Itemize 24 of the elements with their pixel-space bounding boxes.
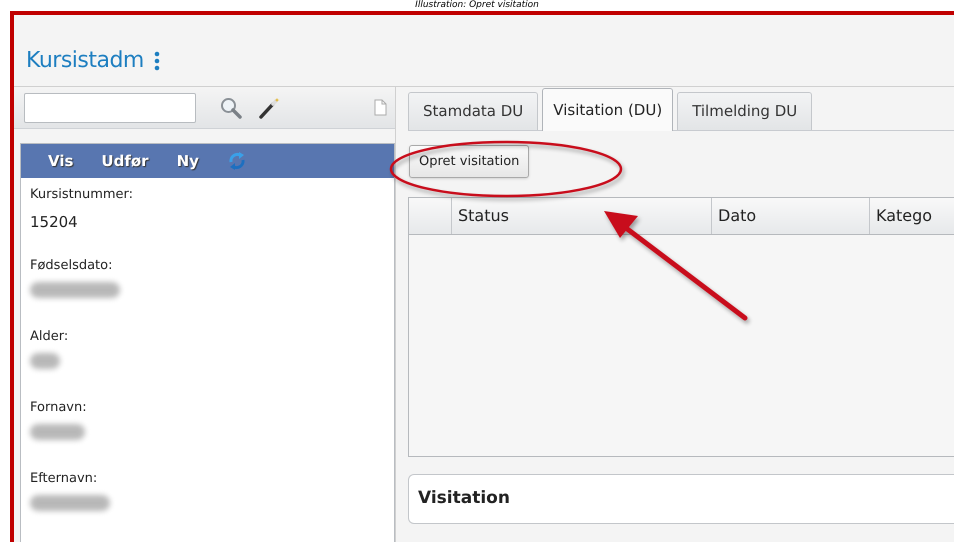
caption: Illustration: Opret visitation (415, 0, 539, 11)
action-link[interactable]: Udfør (101, 150, 149, 172)
create-visitation-button[interactable]: Opret visitation (409, 145, 530, 178)
column-header[interactable]: Katego (870, 198, 950, 234)
magic-wand-icon[interactable] (258, 96, 280, 118)
tab[interactable]: Stamdata DU (408, 92, 538, 130)
field-label: Kursistnummer: (30, 186, 134, 204)
action-link[interactable]: Ny (176, 150, 199, 172)
search-icon[interactable] (220, 96, 242, 118)
refresh-icon[interactable] (226, 151, 247, 171)
column-header[interactable]: Dato (712, 198, 870, 234)
tab[interactable]: Tilmelding DU (677, 92, 812, 130)
section-title: Visitation (418, 487, 510, 510)
action-link[interactable]: Vis (48, 150, 74, 172)
field-label: Efternavn: (30, 470, 98, 488)
new-page-icon[interactable] (374, 99, 387, 116)
field-label: Fødselsdato: (30, 257, 114, 275)
tab[interactable]: Visitation (DU) (542, 88, 674, 131)
search-field[interactable] (24, 92, 196, 122)
app-title: Kursistadm (26, 50, 144, 72)
field-value: 15204 (30, 212, 79, 232)
field-label: Alder: (30, 328, 70, 346)
field-label: Fornavn: (30, 399, 88, 417)
kebab-menu-icon[interactable] (154, 51, 160, 71)
